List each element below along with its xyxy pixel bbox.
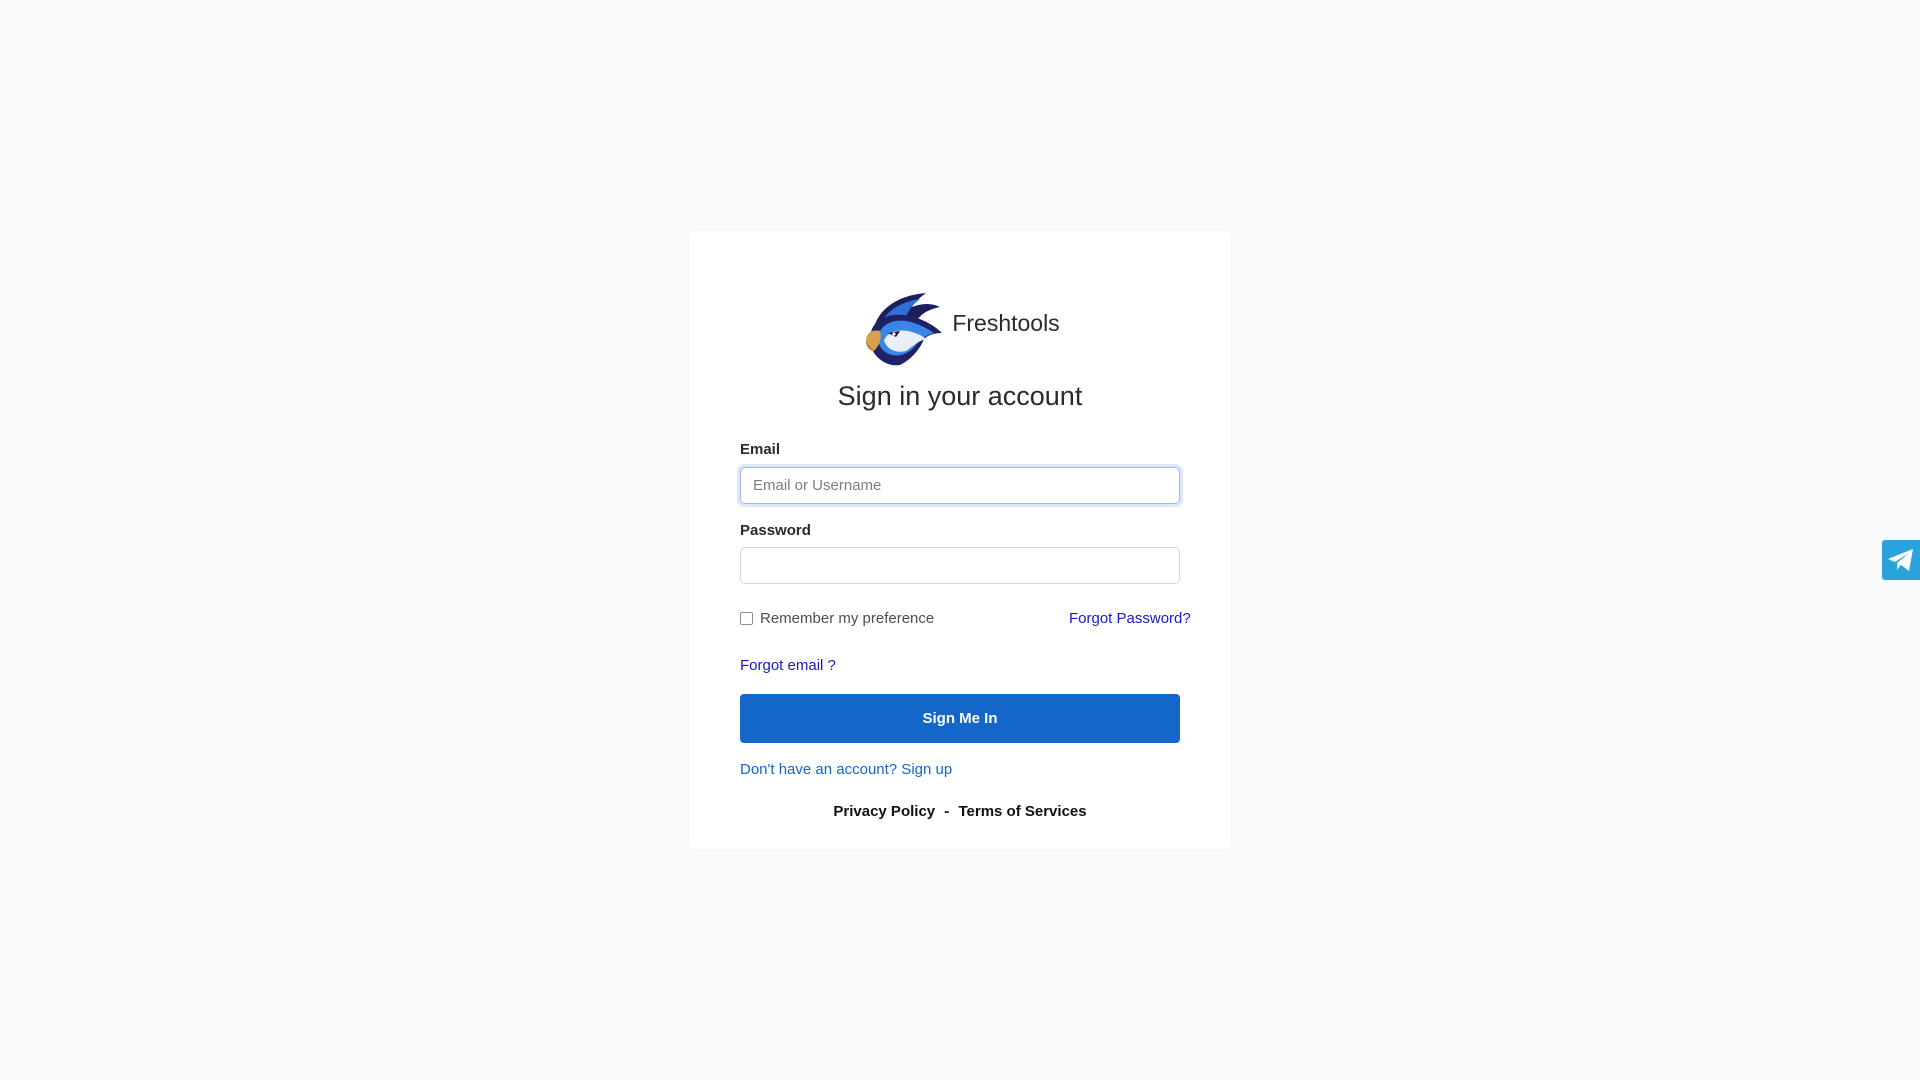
forgot-password-link[interactable]: Forgot Password?	[1069, 610, 1191, 627]
brand: Freshtools	[690, 288, 1230, 370]
privacy-policy-link[interactable]: Privacy Policy	[833, 803, 935, 820]
password-input[interactable]	[740, 547, 1180, 584]
remember-checkbox[interactable]	[740, 612, 753, 625]
forgot-email-link[interactable]: Forgot email ?	[740, 657, 836, 674]
email-input[interactable]	[740, 467, 1180, 504]
telegram-button[interactable]	[1882, 540, 1920, 580]
sign-in-button[interactable]: Sign Me In	[740, 694, 1180, 743]
email-label: Email	[740, 441, 781, 458]
telegram-icon	[1888, 549, 1913, 571]
signup-link[interactable]: Don't have an account? Sign up	[740, 761, 952, 778]
footer-separator: -	[944, 803, 950, 820]
eagle-logo-icon	[866, 293, 943, 366]
login-card: Freshtools Sign in your account Email Pa…	[690, 231, 1230, 849]
footer-links: Privacy Policy - Terms of Services	[690, 803, 1230, 820]
page-title: Sign in your account	[837, 381, 1083, 411]
terms-of-services-link[interactable]: Terms of Services	[958, 803, 1086, 820]
remember-preference[interactable]: Remember my preference	[740, 610, 934, 627]
remember-label: Remember my preference	[760, 610, 935, 627]
password-label: Password	[740, 522, 811, 539]
brand-name: Freshtools	[952, 309, 1060, 336]
